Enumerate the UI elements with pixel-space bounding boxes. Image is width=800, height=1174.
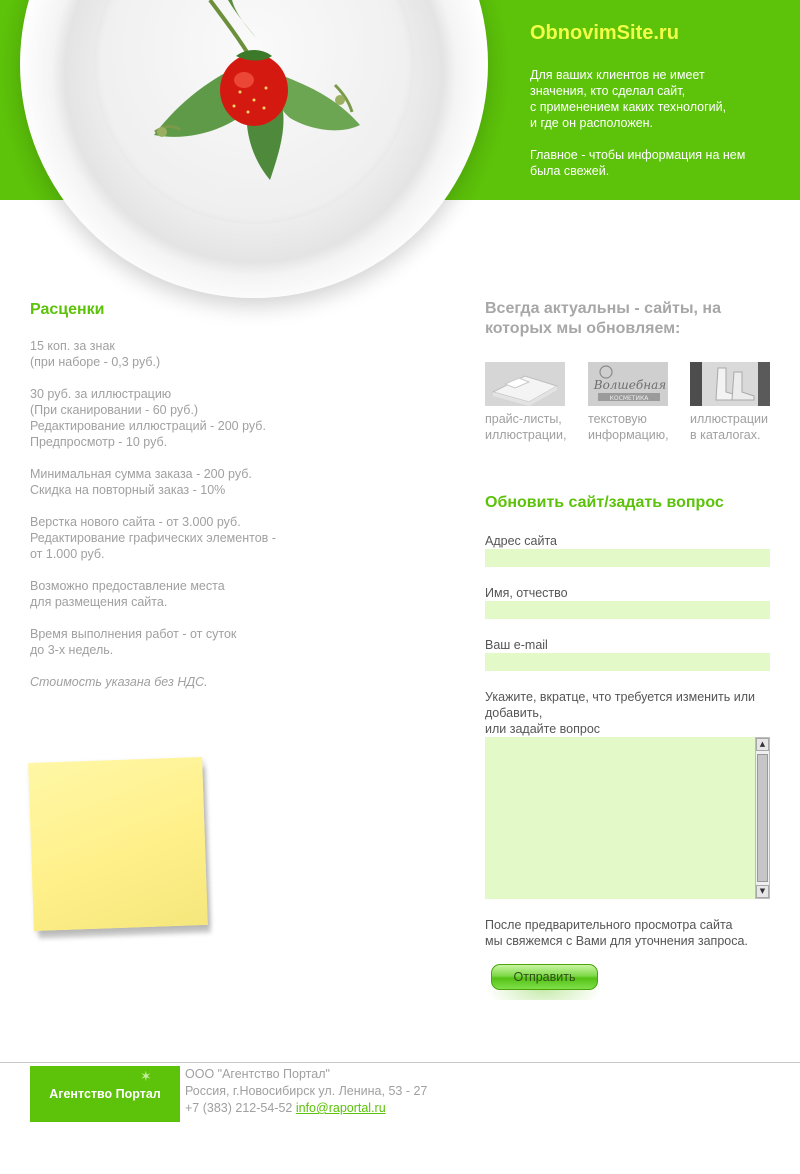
sticky-note [28,757,208,931]
promo-text: Для ваших клиентов не имеет значения, кт… [530,68,746,178]
price-paragraph: Возможно предоставление места для размещ… [30,579,225,609]
company-phone: +7 (383) 212-54-52 [185,1101,293,1115]
star-icon: ✶ [140,1069,152,1085]
after-submit-note: После предварительного просмотра сайта м… [485,918,748,948]
message-label-line1: Укажите, вкратце, что требуется изменить… [485,690,756,704]
vat-note: Стоимость указана без НДС. [30,675,208,689]
phone-email-line: +7 (383) 212-54-52 info@raportal.ru [185,1100,427,1117]
price-paragraph: 30 руб. за иллюстрацию (При сканировании… [30,387,266,449]
catalog-shoes-icon [690,362,770,406]
prices-list: 15 коп. за знак (при наборе - 0,3 руб.) … [30,338,330,706]
price-paragraph: Верстка нового сайта - от 3.000 руб. Ред… [30,515,276,561]
price-paragraph: 15 коп. за знак (при наборе - 0,3 руб.) [30,339,161,369]
name-label: Имя, отчество [485,586,568,600]
showcase-caption: текстовую информацию, [588,412,669,442]
message-scrollbar[interactable]: ▲ ▼ [755,737,770,899]
agency-logo[interactable]: ✶ Агентство Портал [30,1066,180,1122]
message-textarea[interactable] [485,737,755,899]
site-brand: ObnovimSite.ru [530,22,679,44]
message-field: ▲ ▼ [485,737,770,899]
message-label-line3: или задайте вопрос [485,722,601,736]
cosmetics-logo-text: Волшебная [593,378,667,392]
footer-divider [0,1062,800,1063]
scroll-up-arrow-icon[interactable]: ▲ [756,738,769,751]
strawberry-illustration [154,0,360,180]
cosmetics-logo-icon: Волшебная КОСМЕТИКА [588,362,668,406]
showcase-thumb-catalog[interactable] [690,362,770,406]
form-title: Обновить сайт/задать вопрос [485,494,724,511]
showcase-caption: иллюстрации в каталогах. [690,412,768,442]
email-input[interactable] [485,653,770,671]
scrollbar-thumb[interactable] [757,754,768,882]
message-label-line2: добавить, [485,706,543,720]
footer-contacts: ООО "Агентство Портал" Россия, г.Новосиб… [185,1066,427,1117]
name-input[interactable] [485,601,770,619]
agency-logo-text: Агентство Портал [49,1087,161,1101]
scroll-down-arrow-icon[interactable]: ▼ [756,885,769,898]
site-address-input[interactable] [485,549,770,567]
company-name: ООО "Агентство Портал" [185,1067,330,1081]
email-link[interactable]: info@raportal.ru [296,1101,386,1115]
bedding-icon [485,362,565,406]
price-paragraph: Время выполнения работ - от суток до 3-х… [30,627,237,657]
prices-title: Расценки [30,301,105,318]
price-paragraph: Минимальная сумма заказа - 200 руб. Скид… [30,467,252,497]
cosmetics-logo-subtext: КОСМЕТИКА [610,395,650,402]
showcase-thumb-cosmetics[interactable]: Волшебная КОСМЕТИКА [588,362,668,406]
site-address-label: Адрес сайта [485,534,557,548]
company-address: Россия, г.Новосибирск ул. Ленина, 53 - 2… [185,1084,428,1098]
submit-button[interactable]: Отправить [491,964,598,990]
showcase-thumb-bedding[interactable] [485,362,565,406]
email-label: Ваш e-mail [485,638,548,652]
showcase-title: Всегда актуальны - сайты, на которых мы … [485,300,721,337]
showcase-caption: прайс-листы, иллюстрации, [485,412,567,442]
